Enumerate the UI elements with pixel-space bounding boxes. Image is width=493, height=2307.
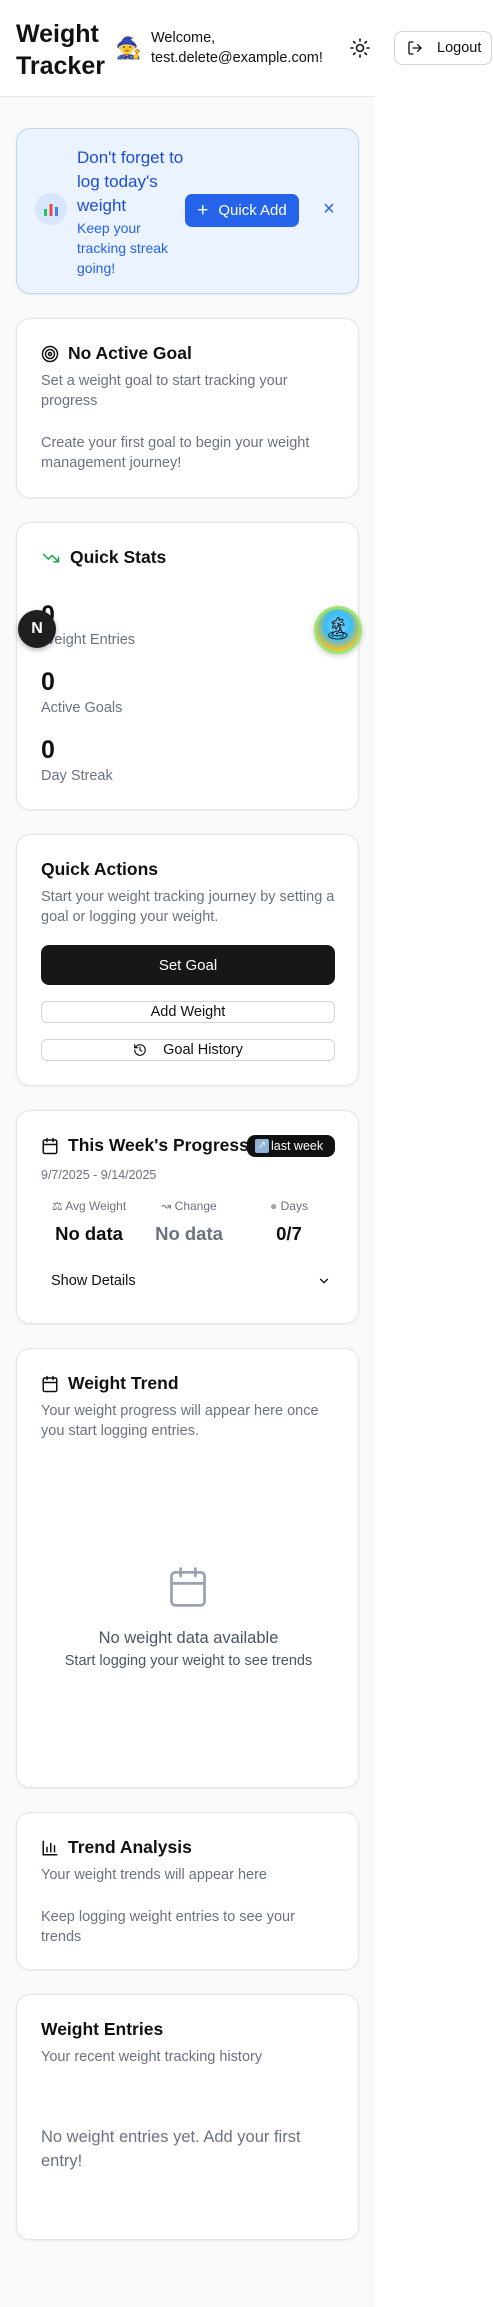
circle-icon: ●: [270, 1199, 281, 1213]
quick-actions-card: Quick Actions Start your weight tracking…: [16, 834, 359, 1086]
trending-down-icon: [42, 553, 60, 562]
app-title: Weight Tracker: [16, 20, 105, 80]
logout-icon: [408, 41, 422, 55]
set-goal-button[interactable]: Set Goal: [41, 945, 335, 985]
avatar-icon: 🧙: [115, 37, 143, 60]
weight-entries-empty: No weight entries yet. Add your first en…: [41, 2128, 301, 2170]
welcome-text: Welcome, test.delete@example.com!: [151, 30, 323, 66]
add-weight-button[interactable]: Add Weight: [41, 1001, 335, 1023]
plus-icon: +: [197, 199, 209, 221]
empty-calendar-icon: [170, 1567, 206, 1607]
day-streak-label: Day Streak: [41, 768, 113, 784]
reminder-subtitle: Keep your tracking streak going!: [77, 220, 169, 276]
goal-prompt: Create your first goal to begin your wei…: [41, 435, 310, 471]
date-range: 9/7/2025 - 9/14/2025: [41, 1168, 157, 1182]
days-metric: ● Days 0/7: [270, 1199, 308, 1244]
trend-analysis-title: Trend Analysis: [41, 1837, 192, 1858]
empty-trend-subtitle: Start logging your weight to see trends: [64, 1653, 313, 1669]
arrow-icon: ↗: [255, 1139, 269, 1153]
quick-actions-title: Quick Actions: [41, 859, 159, 879]
weight-trend-title: Weight Trend: [41, 1373, 179, 1394]
history-icon: [134, 1044, 146, 1056]
change-metric: ↝ Change No data: [155, 1199, 223, 1244]
goal-history-button[interactable]: Goal History: [41, 1039, 335, 1061]
weight-trend-card: Weight Trend Your weight progress will a…: [16, 1348, 359, 1788]
goal-title: No Active Goal: [41, 343, 192, 364]
weekly-progress-card: This Week's Progress ↗ last week 9/7/202…: [16, 1110, 359, 1324]
logout-button[interactable]: Logout: [394, 31, 492, 65]
goal-card: No Active Goal Set a weight goal to star…: [16, 318, 359, 498]
weight-entries-title: Weight Entries: [41, 2019, 164, 2039]
trend-analysis-description: Your weight trends will appear here: [41, 1867, 267, 1883]
active-goals-label: Active Goals: [41, 700, 123, 716]
log-reminder-card: Don't forget to log today's weight Keep …: [16, 128, 359, 294]
app-header: Weight Tracker 🧙 Welcome, test.delete@ex…: [0, 0, 375, 97]
target-icon: [41, 345, 59, 362]
trend-icon: ↝: [161, 1199, 175, 1213]
quick-add-button[interactable]: + Quick Add: [185, 194, 299, 227]
last-week-badge[interactable]: ↗ last week: [247, 1135, 335, 1157]
sun-icon[interactable]: [348, 36, 372, 60]
reminder-title: Don't forget to log today's weight: [77, 148, 184, 215]
close-icon[interactable]: ×: [317, 197, 341, 221]
show-details-toggle[interactable]: Show Details: [51, 1273, 331, 1289]
island-avatar-icon[interactable]: 🏝: [314, 606, 362, 654]
bar-chart-icon: [35, 193, 67, 225]
quick-stats-title: Quick Stats: [41, 547, 166, 568]
quick-add-label: Quick Add: [218, 202, 287, 219]
weekly-progress-title: This Week's Progress: [41, 1135, 249, 1156]
n-badge-button[interactable]: N: [18, 610, 56, 648]
trend-analysis-prompt: Keep logging weight entries to see your …: [41, 1909, 295, 1945]
empty-trend-title: No weight data available: [98, 1629, 279, 1647]
bar-chart-icon: [42, 1840, 58, 1855]
weight-entries-description: Your recent weight tracking history: [41, 2049, 263, 2065]
day-streak-count: 0: [41, 736, 55, 764]
scale-icon: ⚖: [51, 1199, 66, 1213]
calendar-icon: [42, 1137, 58, 1154]
weight-trend-description: Your weight progress will appear here on…: [41, 1403, 319, 1439]
quick-actions-description: Start your weight tracking journey by se…: [41, 889, 335, 925]
chevron-down-icon: [319, 1278, 329, 1284]
goal-description: Set a weight goal to start tracking your…: [41, 373, 288, 409]
weight-entries-card: Weight Entries Your recent weight tracki…: [16, 1994, 359, 2240]
avg-weight-metric: ⚖ Avg Weight No data: [51, 1199, 127, 1244]
active-goals-count: 0: [41, 668, 55, 696]
quick-stats-card: Quick Stats 0 Weight Entries 0 Active Go…: [16, 522, 359, 810]
calendar-icon: [42, 1375, 58, 1392]
trend-analysis-card: Trend Analysis Your weight trends will a…: [16, 1812, 359, 1970]
logout-label: Logout: [437, 40, 482, 56]
